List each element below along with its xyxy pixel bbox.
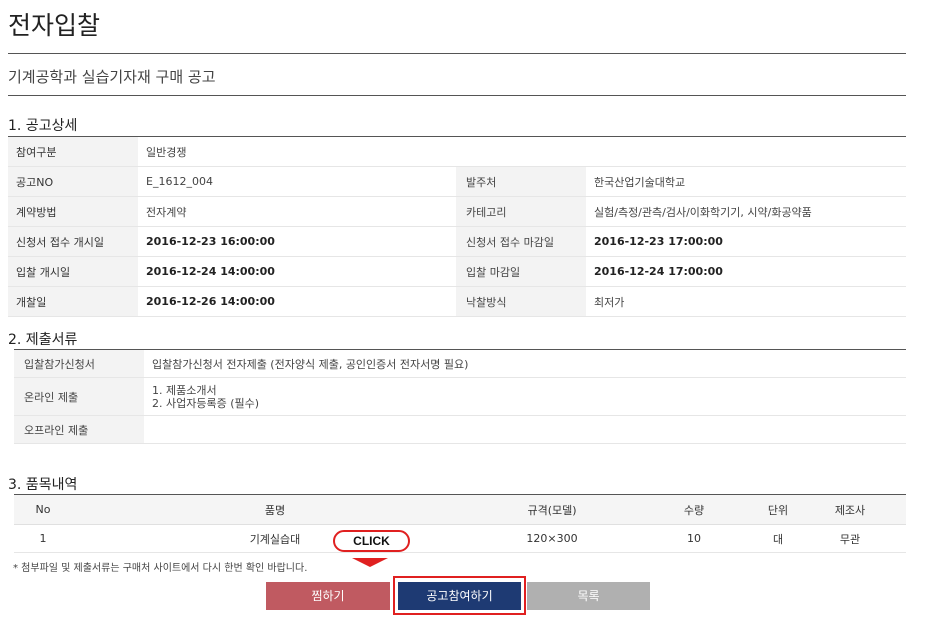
section-items-title: 3. 품목내역: [8, 477, 78, 493]
section-docs-title: 2. 제출서류: [8, 332, 78, 348]
field-value: 전자계약: [138, 196, 456, 227]
field-value: E_1612_004: [138, 166, 456, 197]
field-label: 입찰참가신청서: [14, 349, 144, 378]
field-value: 한국산업기술대학교: [586, 166, 906, 197]
field-value: 일반경쟁: [138, 136, 456, 167]
field-value: 2016-12-24 14:00:00: [138, 256, 456, 287]
arrow-down-icon: [352, 558, 388, 567]
field-value: 최저가: [586, 286, 906, 317]
submission-docs-table: 입찰참가신청서 입찰참가신청서 전자제출 (전자양식 제출, 공인인증서 전자서…: [14, 349, 906, 444]
table-cell: 무관: [794, 524, 906, 553]
table-cell: 1: [14, 524, 72, 553]
field-value: 2016-12-23 17:00:00: [586, 226, 906, 257]
table-row: 1 기계실습대 120×300 10 대 무관: [14, 524, 906, 553]
field-label: 신청서 접수 마감일: [456, 226, 586, 257]
footnote: * 첨부파일 및 제출서류는 구매처 사이트에서 다시 한번 확인 바랍니다.: [13, 563, 308, 574]
table-cell: 120×300: [478, 524, 626, 553]
list-button[interactable]: 목록: [527, 582, 650, 610]
table-cell: 기계실습대: [72, 524, 478, 553]
table-row: 참여구분 일반경쟁: [8, 136, 906, 167]
table-row: 오프라인 제출: [14, 415, 906, 444]
column-header: 제조사: [794, 494, 906, 525]
doc-line: 1. 제품소개서: [152, 383, 217, 397]
doc-line: 2. 사업자등록증 (필수): [152, 396, 260, 410]
table-row: 입찰참가신청서 입찰참가신청서 전자제출 (전자양식 제출, 공인인증서 전자서…: [14, 349, 906, 378]
field-label: 공고NO: [8, 166, 138, 197]
field-value: 실험/측정/관측/검사/이화학기기, 시약/화공약품: [586, 196, 906, 227]
table-row: 공고NO E_1612_004 발주처 한국산업기술대학교: [8, 166, 906, 197]
apply-bid-button[interactable]: 공고참여하기: [398, 582, 521, 610]
table-row: 신청서 접수 개시일 2016-12-23 16:00:00 신청서 접수 마감…: [8, 226, 906, 257]
table-row: 개찰일 2016-12-26 14:00:00 낙찰방식 최저가: [8, 286, 906, 317]
field-label: 개찰일: [8, 286, 138, 317]
table-cell: 대: [762, 524, 794, 553]
wishlist-button[interactable]: 찜하기: [266, 582, 390, 610]
items-table: No 품명 규격(모델) 수량 단위 제조사 1 기계실습대 120×300 1…: [14, 494, 906, 553]
column-header: 규격(모델): [478, 494, 626, 525]
field-label: 신청서 접수 개시일: [8, 226, 138, 257]
column-header: 수량: [626, 494, 762, 525]
field-value: 2016-12-23 16:00:00: [138, 226, 456, 257]
field-label: 계약방법: [8, 196, 138, 227]
field-label: 온라인 제출: [14, 377, 144, 416]
table-row: 계약방법 전자계약 카테고리 실험/측정/관측/검사/이화학기기, 시약/화공약…: [8, 196, 906, 227]
notice-title: 기계공학과 실습기자재 구매 공고: [8, 68, 216, 86]
column-header: No: [14, 494, 72, 525]
table-header-row: No 품명 규격(모델) 수량 단위 제조사: [14, 494, 906, 525]
field-label: 참여구분: [8, 136, 138, 167]
table-cell: 10: [626, 524, 762, 553]
field-label: 발주처: [456, 166, 586, 197]
field-value: 입찰참가신청서 전자제출 (전자양식 제출, 공인인증서 전자서명 필요): [144, 349, 906, 378]
column-header: 품명: [72, 494, 478, 525]
notice-divider: [8, 95, 906, 96]
field-label: [456, 136, 586, 167]
table-row: 입찰 개시일 2016-12-24 14:00:00 입찰 마감일 2016-1…: [8, 256, 906, 287]
field-value: 1. 제품소개서 2. 사업자등록증 (필수): [144, 377, 906, 416]
field-label: 입찰 개시일: [8, 256, 138, 287]
field-value: 2016-12-24 17:00:00: [586, 256, 906, 287]
page-title: 전자입찰: [8, 11, 101, 40]
column-header: 단위: [762, 494, 794, 525]
field-label: 입찰 마감일: [456, 256, 586, 287]
table-row: 온라인 제출 1. 제품소개서 2. 사업자등록증 (필수): [14, 377, 906, 416]
field-value: 2016-12-26 14:00:00: [138, 286, 456, 317]
field-value: [144, 415, 906, 444]
section-detail-title: 1. 공고상세: [8, 118, 78, 134]
field-value: [586, 136, 906, 167]
notice-detail-table: 참여구분 일반경쟁 공고NO E_1612_004 발주처 한국산업기술대학교 …: [8, 136, 906, 317]
click-callout: CLICK: [333, 530, 410, 552]
title-divider: [8, 53, 906, 54]
field-label: 카테고리: [456, 196, 586, 227]
field-label: 낙찰방식: [456, 286, 586, 317]
field-label: 오프라인 제출: [14, 415, 144, 444]
doc-line: 입찰참가신청서 전자제출 (전자양식 제출, 공인인증서 전자서명 필요): [152, 357, 469, 371]
